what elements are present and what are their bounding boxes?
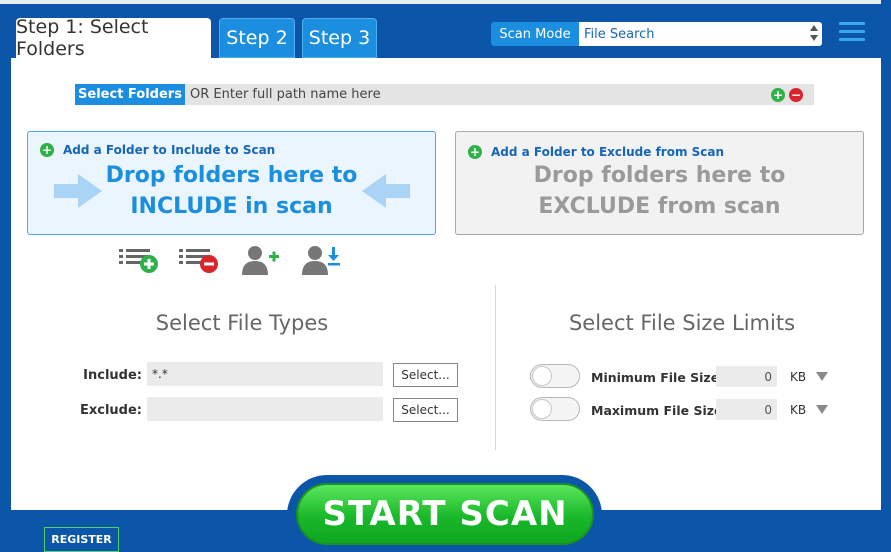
min-size-unit: KB — [790, 370, 807, 384]
max-size-unit-dropdown-icon[interactable] — [816, 405, 828, 414]
min-size-label: Minimum File Size — [591, 370, 720, 385]
scan-mode-select[interactable]: File Search — [579, 22, 822, 46]
include-label: Include: — [83, 368, 142, 383]
min-size-unit-dropdown-icon[interactable] — [816, 372, 828, 381]
include-types-input[interactable]: *.* — [147, 362, 383, 386]
start-scan-button[interactable]: START SCAN — [296, 483, 594, 545]
max-size-input[interactable]: 0 — [716, 399, 777, 420]
user-download-icon[interactable] — [300, 244, 340, 276]
file-types-title: Select File Types — [155, 311, 329, 335]
scan-mode-label: Scan Mode — [491, 22, 579, 46]
max-size-toggle[interactable] — [530, 397, 580, 421]
main-panel — [11, 58, 881, 510]
updown-arrows-icon — [810, 25, 818, 41]
exclude-types-input[interactable] — [147, 397, 383, 421]
max-size-label: Maximum File Size — [591, 403, 723, 418]
user-add-icon[interactable] — [240, 244, 280, 276]
exclude-select-button[interactable]: Select... — [393, 398, 458, 422]
path-input[interactable]: OR Enter full path name here — [185, 87, 814, 102]
tab-step-3[interactable]: Step 3 — [302, 18, 377, 58]
tab-step-1[interactable]: Step 1: Select Folders — [16, 16, 211, 60]
min-size-toggle[interactable] — [530, 364, 580, 388]
list-remove-icon[interactable] — [178, 244, 218, 276]
exclude-label: Exclude: — [79, 403, 142, 418]
register-button[interactable]: REGISTER — [44, 527, 119, 552]
min-size-input[interactable]: 0 — [716, 366, 777, 387]
plus-circle-icon: + — [468, 145, 482, 159]
right-frame — [881, 0, 891, 552]
include-header[interactable]: + Add a Folder to Include to Scan — [40, 143, 275, 157]
file-size-title: Select File Size Limits — [568, 311, 796, 335]
scan-mode-value: File Search — [584, 26, 655, 42]
plus-circle-icon: + — [40, 143, 54, 157]
select-folders-button[interactable]: Select Folders — [75, 84, 185, 105]
exclude-drop-zone[interactable]: + Add a Folder to Exclude from Scan Drop… — [455, 131, 864, 235]
include-drop-zone[interactable]: + Add a Folder to Include to Scan Drop f… — [27, 131, 436, 235]
include-header-label: Add a Folder to Include to Scan — [63, 143, 276, 157]
section-divider — [495, 285, 496, 450]
hamburger-menu-icon[interactable] — [839, 22, 865, 44]
minus-circle-icon[interactable]: − — [789, 88, 803, 102]
exclude-header-label: Add a Folder to Exclude from Scan — [491, 145, 725, 159]
plus-circle-icon[interactable]: + — [771, 88, 785, 102]
scan-mode-control: Scan Mode File Search — [491, 22, 822, 46]
window-top-border — [0, 0, 891, 4]
path-row: Select Folders OR Enter full path name h… — [75, 84, 814, 105]
tab-step-2[interactable]: Step 2 — [219, 18, 295, 58]
exclude-header[interactable]: + Add a Folder to Exclude from Scan — [468, 145, 724, 159]
max-size-unit: KB — [790, 403, 807, 417]
exclude-drop-text: Drop folders here to EXCLUDE from scan — [533, 163, 786, 219]
left-frame — [0, 58, 11, 552]
list-add-icon[interactable] — [118, 244, 158, 276]
include-drop-text: Drop folders here to INCLUDE in scan — [105, 163, 358, 219]
include-select-button[interactable]: Select... — [393, 363, 458, 387]
